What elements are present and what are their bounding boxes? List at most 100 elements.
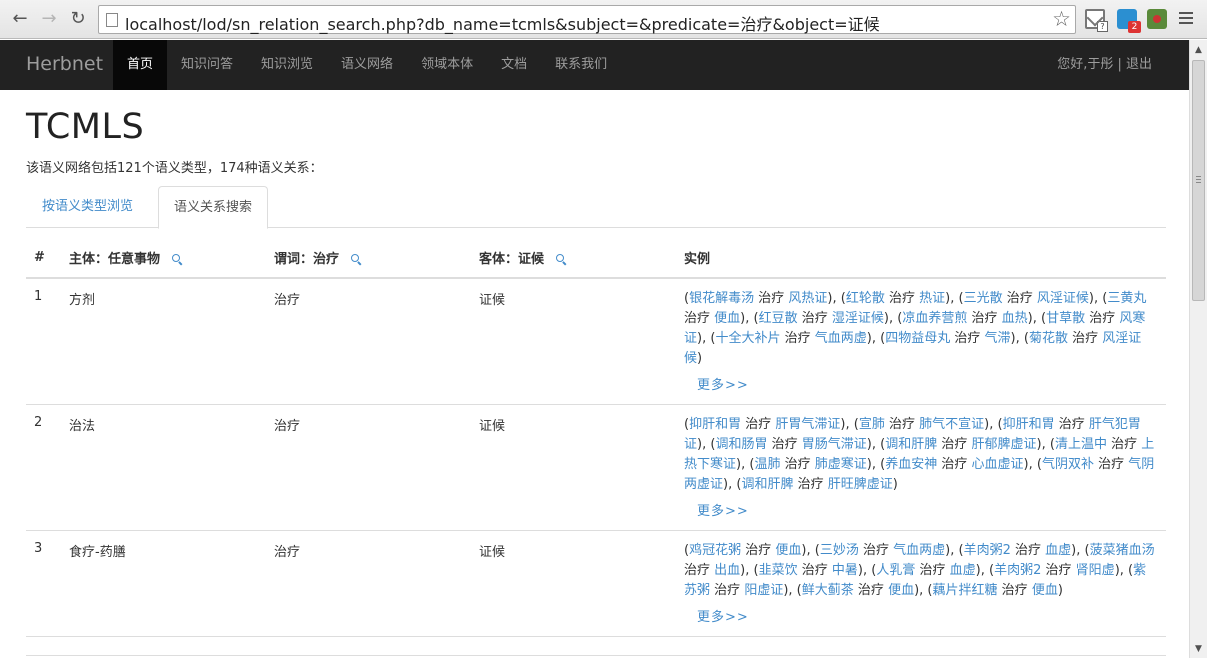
example-subject-link[interactable]: 抑肝和胃 [1003, 417, 1055, 432]
more-link[interactable]: 更多>> [697, 376, 749, 396]
example-object-link[interactable]: 便血 [1032, 583, 1058, 598]
example-subject-link[interactable]: 羊肉粥2 [994, 563, 1041, 578]
more-link[interactable]: 更多>> [697, 502, 749, 522]
scroll-thumb[interactable] [1192, 60, 1205, 301]
example-predicate: 治疗 [1006, 291, 1033, 306]
page-icon [106, 13, 118, 27]
nav-item[interactable]: 文档 [487, 40, 541, 90]
example-subject-link[interactable]: 四物益母丸 [885, 331, 950, 346]
example-object-link[interactable]: 心血虚证 [972, 457, 1024, 472]
example-subject-link[interactable]: 红轮散 [846, 291, 885, 306]
nav-item[interactable]: 知识问答 [167, 40, 247, 90]
search-icon[interactable] [556, 254, 566, 264]
example-predicate: 治疗 [954, 331, 981, 346]
example-object-link[interactable]: 便血 [888, 583, 914, 598]
url-text[interactable]: localhost/lod/sn_relation_search.php?db_… [125, 11, 880, 35]
example-object-link[interactable]: 便血 [775, 543, 801, 558]
example-predicate: 治疗 [1001, 583, 1028, 598]
example-object-link[interactable]: 风热证 [788, 291, 827, 306]
example-object-link[interactable]: 肺虚寒证 [815, 457, 867, 472]
example-subject-link[interactable]: 鸡冠花粥 [689, 543, 741, 558]
nav-item[interactable]: 语义网络 [327, 40, 407, 90]
example-object-link[interactable]: 胃肠气滞证 [802, 437, 867, 452]
example-object-link[interactable]: 血虚 [1045, 543, 1071, 558]
example-subject-link[interactable]: 银花解毒汤 [689, 291, 754, 306]
example-object-link[interactable]: 气血两虚 [893, 543, 945, 558]
example-triple: (调和肠胃 治疗 胃肠气滞证) [710, 437, 872, 452]
example-subject-link[interactable]: 菠菜猪血汤 [1090, 543, 1155, 558]
scroll-down-icon[interactable]: ▼ [1190, 640, 1207, 658]
example-subject-link[interactable]: 调和肝脾 [885, 437, 937, 452]
gmail-extension-icon[interactable]: ? [1085, 9, 1108, 32]
example-subject-link[interactable]: 清上温中 [1055, 437, 1107, 452]
example-object-link[interactable]: 出血 [714, 563, 740, 578]
example-triple: (养血安神 治疗 心血虚证) [880, 457, 1029, 472]
example-object-link[interactable]: 气血两虚 [815, 331, 867, 346]
example-object-link[interactable]: 肝旺脾虚证 [828, 477, 893, 492]
tab-relation-search[interactable]: 语义关系搜索 [158, 186, 269, 229]
page-scrollbar[interactable]: ▲ ▼ [1189, 40, 1207, 658]
chat-extension-icon[interactable]: 2 [1117, 9, 1141, 33]
extension-puzzle-icon[interactable] [1147, 9, 1167, 29]
example-subject-link[interactable]: 红豆散 [759, 311, 798, 326]
example-subject-link[interactable]: 三光散 [964, 291, 1003, 306]
example-object-link[interactable]: 气滞 [985, 331, 1011, 346]
example-object-link[interactable]: 血虚 [950, 563, 976, 578]
back-button[interactable]: ← [8, 7, 32, 31]
example-subject-link[interactable]: 凉血养营煎 [902, 311, 967, 326]
address-bar[interactable]: localhost/lod/sn_relation_search.php?db_… [98, 5, 1076, 34]
example-object-link[interactable]: 肝郁脾虚证 [972, 437, 1037, 452]
example-subject-link[interactable]: 鲜大蓟茶 [802, 583, 854, 598]
tab-browse-by-type[interactable]: 按语义类型浏览 [27, 186, 148, 228]
example-subject-link[interactable]: 羊肉粥2 [964, 543, 1011, 558]
example-predicate: 治疗 [801, 311, 828, 326]
table-header-row: # 主体：任意事物 谓词：治疗 客体：证候 实例 [26, 239, 1166, 279]
example-object-link[interactable]: 阳虚证 [744, 583, 783, 598]
example-triple: (鲜大蓟茶 治疗 便血) [796, 583, 920, 598]
nav-item[interactable]: 联系我们 [541, 40, 621, 90]
example-subject-link[interactable]: 三黄丸 [1107, 291, 1146, 306]
example-object-link[interactable]: 湿淫证候 [832, 311, 884, 326]
example-object-link[interactable]: 风淫证候 [1037, 291, 1089, 306]
example-subject-link[interactable]: 气阴双补 [1042, 457, 1094, 472]
example-object-link[interactable]: 肾阳虚 [1076, 563, 1115, 578]
example-subject-link[interactable]: 藕片拌红糖 [933, 583, 998, 598]
user-greeting[interactable]: 您好,于彤 | 退出 [1057, 40, 1152, 90]
example-subject-link[interactable]: 菊花散 [1029, 331, 1068, 346]
example-subject-link[interactable]: 甘草散 [1046, 311, 1085, 326]
example-subject-link[interactable]: 温肺 [754, 457, 780, 472]
nav-item[interactable]: 领域本体 [407, 40, 487, 90]
example-object-link[interactable]: 热证 [919, 291, 945, 306]
search-icon[interactable] [351, 254, 361, 264]
bookmark-star-icon[interactable]: ☆ [1052, 7, 1071, 31]
more-link[interactable]: 更多>> [697, 608, 749, 628]
browser-menu-icon[interactable] [1179, 12, 1193, 27]
example-object-link[interactable]: 肝胃气滞证 [775, 417, 840, 432]
example-subject-link[interactable]: 三妙汤 [820, 543, 859, 558]
forward-button[interactable]: → [37, 7, 61, 31]
example-subject-link[interactable]: 人乳膏 [876, 563, 915, 578]
search-icon[interactable] [172, 254, 182, 264]
example-object-link[interactable]: 肺气不宣证 [919, 417, 984, 432]
example-predicate: 治疗 [784, 331, 811, 346]
header-examples: 实例 [676, 239, 1166, 279]
example-object-link[interactable]: 中暑 [832, 563, 858, 578]
nav-item[interactable]: 知识浏览 [247, 40, 327, 90]
reload-button[interactable]: ↻ [66, 7, 90, 31]
scroll-up-icon[interactable]: ▲ [1190, 41, 1207, 59]
row-subject: 食疗-药膳 [61, 530, 266, 637]
example-subject-link[interactable]: 抑肝和胃 [689, 417, 741, 432]
example-object-link[interactable]: 便血 [714, 311, 740, 326]
header-object-label: 客体：证候 [479, 252, 545, 267]
example-subject-link[interactable]: 调和肠胃 [715, 437, 767, 452]
example-triple: (韭菜饮 治疗 中暑) [753, 563, 863, 578]
example-subject-link[interactable]: 十全大补片 [715, 331, 780, 346]
example-subject-link[interactable]: 宣肺 [859, 417, 885, 432]
example-subject-link[interactable]: 韭菜饮 [759, 563, 798, 578]
nav-item[interactable]: 首页 [113, 40, 168, 90]
example-subject-link[interactable]: 调和肝脾 [741, 477, 793, 492]
brand-logo[interactable]: Herbnet [26, 53, 103, 75]
example-predicate: 治疗 [771, 437, 798, 452]
example-subject-link[interactable]: 养血安神 [885, 457, 937, 472]
example-object-link[interactable]: 血热 [1002, 311, 1028, 326]
